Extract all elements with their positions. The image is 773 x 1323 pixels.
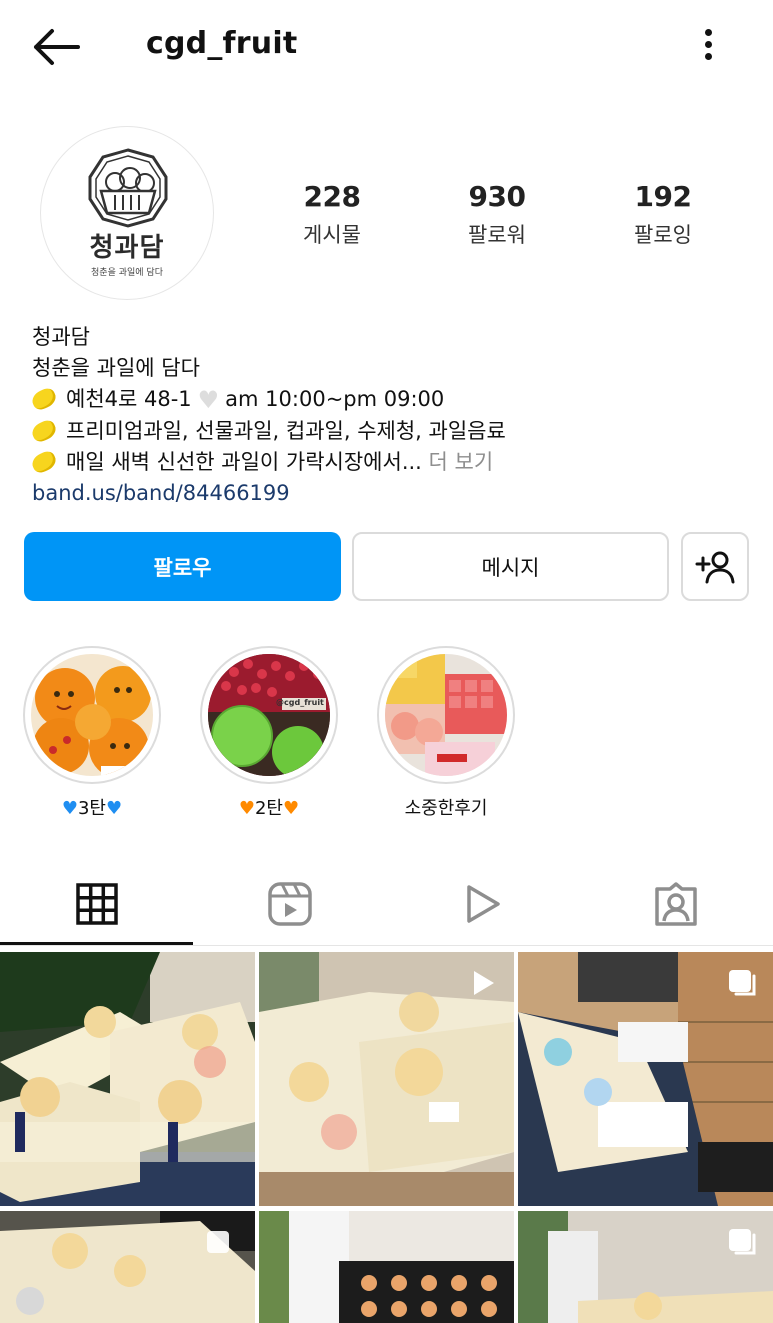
highlight-2-title: 2탄 (254, 798, 283, 819)
post-thumbnail[interactable] (259, 952, 514, 1206)
stat-following[interactable]: 192 팔로잉 (603, 180, 723, 249)
add-user-icon (695, 551, 735, 583)
highlight-ring (377, 646, 515, 784)
bio-daily-line: 매일 새벽 신선한 과일이 가락시장에서... 더 보기 (29, 447, 752, 478)
highlight-1[interactable]: ♥3탄♥ (23, 646, 161, 820)
tab-videos[interactable] (386, 860, 579, 947)
post-thumbnail[interactable] (518, 952, 773, 1206)
bio-address-line: 예천4로 48-1 ♥ am 10:00~pm 09:00 (29, 384, 752, 416)
highlight-ring (23, 646, 161, 784)
gift-box-photo-icon (0, 952, 255, 1206)
highlight-2[interactable]: @cgd_fruit ♥2탄♥ (200, 646, 338, 820)
orange-heart-icon: ♥ (238, 798, 255, 819)
bio-more-link[interactable]: 더 보기 (429, 450, 494, 474)
logo-title: 청과담 (89, 233, 165, 263)
bio-products: 프리미엄과일, 선물과일, 컵과일, 수제청, 과일음료 (66, 419, 506, 443)
bio-address: 예천4로 48-1 (66, 387, 192, 411)
tab-reels[interactable] (193, 860, 386, 947)
more-dot-icon (704, 29, 712, 36)
stat-following-count: 192 (634, 180, 692, 213)
tab-posts-grid[interactable] (0, 860, 193, 947)
carousel-type-icon (729, 970, 756, 996)
pomegranate-apple-photo-icon (208, 654, 330, 776)
post-thumbnail[interactable] (259, 1211, 514, 1323)
more-dot-icon (704, 41, 712, 48)
tab-tagged[interactable] (579, 860, 772, 947)
stat-posts-label: 게시물 (303, 223, 361, 247)
tangerine-photo-icon (31, 654, 153, 776)
carousel-type-icon (207, 1231, 229, 1253)
follow-button[interactable]: 팔로우 (24, 532, 341, 601)
post-thumbnail[interactable] (0, 1211, 255, 1323)
carousel-type-icon (729, 1229, 756, 1255)
stat-followers-count: 930 (468, 180, 526, 213)
highlight-3-cover (385, 654, 507, 776)
profile-username: cgd_fruit (146, 26, 298, 61)
bio-hours: am 10:00~pm 09:00 (225, 387, 445, 411)
highlight-watermark: @cgd_fruit (276, 698, 324, 707)
back-arrow-icon (34, 29, 80, 65)
more-options-button[interactable] (694, 24, 722, 68)
highlight-3[interactable]: 소중한후기 (377, 646, 515, 820)
profile-avatar[interactable]: 청과담 청춘을 과일에 담다 (40, 126, 214, 300)
fruit-tray-photo-icon (259, 1211, 514, 1323)
more-dot-icon (704, 53, 712, 60)
blue-heart-icon: ♥ (61, 798, 78, 819)
lemon-icon (29, 448, 59, 476)
profile-tabs (0, 860, 773, 947)
bio-tagline: 청춘을 과일에 담다 (32, 356, 200, 380)
reels-icon (267, 881, 312, 926)
top-bar: cgd_fruit (0, 0, 773, 92)
video-type-icon (474, 971, 494, 995)
bio-products-line: 프리미엄과일, 선물과일, 컵과일, 수제청, 과일음료 (29, 416, 752, 447)
bio-name: 청과담 (32, 325, 90, 349)
stat-posts-count: 228 (303, 180, 361, 213)
play-icon (466, 884, 500, 923)
profile-bio: 청과담 청춘을 과일에 담다 예천4로 48-1 ♥ am 10:00~pm 09:… (29, 322, 752, 509)
stat-following-label: 팔로잉 (634, 223, 692, 247)
lemon-icon (29, 417, 59, 445)
tab-divider (0, 945, 773, 946)
orange-heart-icon: ♥ (283, 798, 300, 819)
white-heart-icon: ♥ (197, 386, 220, 414)
highlight-1-title: 3탄 (77, 798, 106, 819)
lemon-icon (29, 385, 59, 413)
highlight-2-label: ♥2탄♥ (200, 794, 338, 820)
gift-boxes-table-photo-icon (0, 1211, 255, 1323)
bio-website-link[interactable]: band.us/band/84466199 (32, 478, 752, 509)
tagged-icon (654, 881, 697, 926)
blue-heart-icon: ♥ (106, 798, 123, 819)
stat-followers[interactable]: 930 팔로워 (437, 180, 557, 249)
logo-subtitle: 청춘을 과일에 담다 (91, 268, 163, 278)
stat-posts[interactable]: 228 게시물 (272, 180, 392, 249)
highlight-1-label: ♥3탄♥ (23, 794, 161, 820)
post-thumbnail[interactable] (518, 1211, 773, 1323)
fruit-boxes-photo-icon (385, 654, 507, 776)
highlight-ring: @cgd_fruit (200, 646, 338, 784)
grid-icon (75, 882, 118, 925)
stat-followers-label: 팔로워 (468, 223, 526, 247)
suggested-users-button[interactable] (681, 532, 749, 601)
back-button[interactable] (30, 26, 82, 68)
bio-daily: 매일 새벽 신선한 과일이 가락시장에서... (66, 450, 422, 474)
highlight-3-label: 소중한후기 (404, 798, 488, 819)
post-thumbnail[interactable] (0, 952, 255, 1206)
highlight-1-cover (31, 654, 153, 776)
highlight-2-cover: @cgd_fruit (208, 654, 330, 776)
message-button[interactable]: 메시지 (352, 532, 669, 601)
